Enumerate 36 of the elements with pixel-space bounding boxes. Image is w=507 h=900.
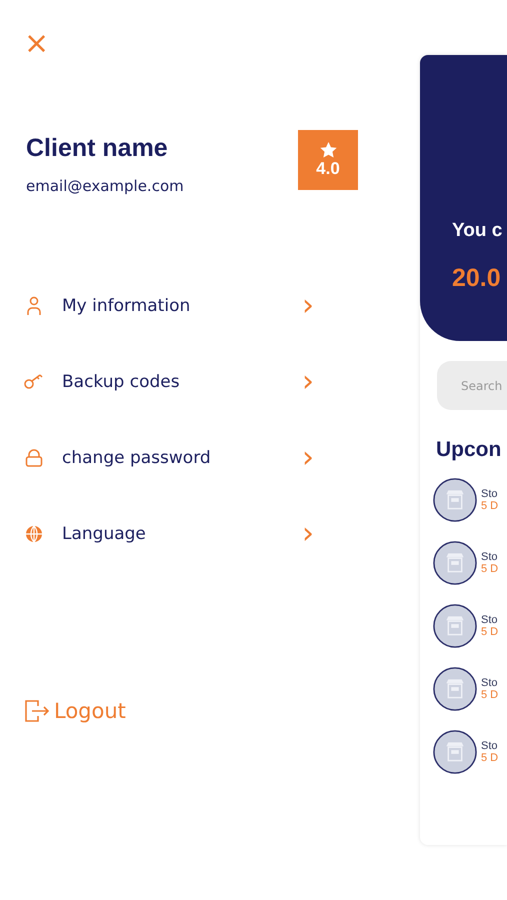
person-icon [26, 296, 42, 316]
rating-value: 4.0 [316, 158, 340, 178]
search-field[interactable]: Search [437, 361, 507, 410]
menu-item[interactable]: change password › [24, 443, 314, 473]
menu-item[interactable]: Language › [24, 519, 314, 549]
store-icon [433, 730, 477, 774]
chevron-icon: › [302, 367, 314, 397]
store-icon [433, 478, 477, 522]
menu-item[interactable]: My information › [24, 291, 314, 321]
section-title: Upcon [436, 438, 502, 462]
key-icon [24, 374, 44, 390]
store-subtitle: 5 D [481, 689, 498, 701]
store-icon [433, 541, 477, 585]
store-name: Sto [481, 677, 498, 689]
menu-item[interactable]: Backup codes › [24, 367, 314, 397]
logout-icon [24, 699, 50, 723]
store-name: Sto [481, 551, 498, 563]
store-name: Sto [481, 488, 498, 500]
lock-icon [25, 449, 43, 467]
globe-icon [25, 525, 43, 543]
store-name: Sto [481, 740, 498, 752]
store-icon [433, 604, 477, 648]
chevron-icon: › [302, 291, 314, 321]
store-subtitle: 5 D [481, 626, 498, 638]
chevron-icon: › [302, 519, 314, 549]
balance-amount: 20.0 [452, 264, 502, 293]
client-name: Client name [26, 134, 169, 163]
client-email: email@example.com [26, 177, 184, 195]
star-icon [320, 142, 336, 158]
store-icon [433, 667, 477, 711]
header-text: You c [452, 220, 504, 242]
chevron-icon: › [302, 443, 314, 473]
store-subtitle: 5 D [481, 563, 498, 575]
store-subtitle: 5 D [481, 500, 498, 512]
store-subtitle: 5 D [481, 752, 498, 764]
store-name: Sto [481, 614, 498, 626]
